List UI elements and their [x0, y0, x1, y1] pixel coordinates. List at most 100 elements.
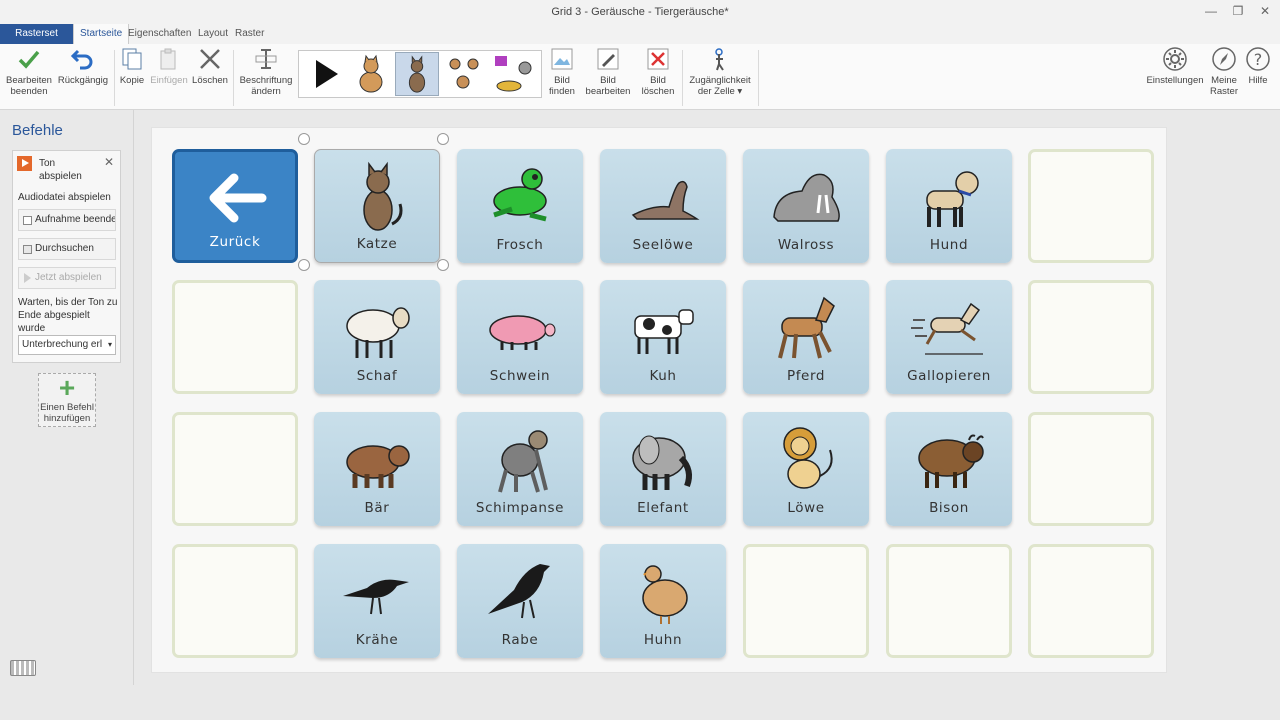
- kopie-label: Kopie: [119, 75, 145, 86]
- einstellungen-label: Einstellungen: [1146, 75, 1204, 86]
- tab-layout[interactable]: Layout: [192, 24, 234, 44]
- close-icon[interactable]: ✕: [104, 155, 114, 169]
- raven-icon: [488, 564, 550, 619]
- cell-huhn[interactable]: Huhn: [600, 544, 726, 658]
- cell-label: Kuh: [649, 368, 677, 384]
- cat-style-icon[interactable]: [349, 52, 393, 96]
- sheep-icon: [346, 307, 410, 358]
- close-window-icon[interactable]: ✕: [1253, 4, 1277, 18]
- record-checkbox-icon: [23, 216, 32, 225]
- cell-label: Schaf: [356, 368, 398, 384]
- cell-empty[interactable]: [886, 544, 1012, 658]
- cell-katze[interactable]: Katze: [314, 149, 440, 263]
- cell-label: Schwein: [489, 368, 551, 384]
- durchsuchen-button[interactable]: Durchsuchen: [18, 238, 116, 260]
- text-cursor-icon: [255, 49, 277, 69]
- einfuegen-button[interactable]: Einfügen: [148, 46, 190, 86]
- cell-rabe[interactable]: Rabe: [457, 544, 583, 658]
- hilfe-button[interactable]: ? Hilfe: [1243, 46, 1273, 86]
- jetzt-abspielen-button[interactable]: Jetzt abspielen: [18, 267, 116, 289]
- add-command-label: Einen Befehl hinzufügen: [40, 402, 94, 424]
- checkmark-icon: [18, 50, 40, 69]
- beschriftung-label: Beschriftung ändern: [239, 75, 293, 97]
- image-search-icon: [551, 48, 573, 70]
- zugaenglichkeit-button[interactable]: Zugänglichkeit der Zelle ▾: [684, 46, 756, 97]
- minimize-icon[interactable]: —: [1199, 4, 1223, 18]
- meine-raster-label: Meine Raster: [1210, 75, 1238, 97]
- resize-handle[interactable]: [298, 259, 310, 271]
- cell-empty[interactable]: [1028, 149, 1154, 263]
- crow-icon: [343, 579, 409, 615]
- cell-kuh[interactable]: Kuh: [600, 280, 726, 394]
- resize-handle[interactable]: [437, 133, 449, 145]
- cell-loewe[interactable]: Löwe: [743, 412, 869, 526]
- select-value: Unterbrechung erl: [22, 339, 103, 350]
- add-command-button[interactable]: + Einen Befehl hinzufügen: [38, 373, 96, 427]
- cell-label: Hund: [929, 237, 969, 253]
- einstellungen-button[interactable]: Einstellungen: [1143, 46, 1207, 86]
- cell-empty[interactable]: [1028, 280, 1154, 394]
- interrupt-select[interactable]: Unterbrechung erl ▾: [18, 335, 116, 355]
- cats-group-style-icon[interactable]: [443, 52, 487, 96]
- cell-empty[interactable]: [172, 412, 298, 526]
- command-card: Ton abspielen ✕ Audiodatei abspielen Auf…: [12, 150, 121, 363]
- bild-loeschen-label: Bild löschen: [641, 75, 675, 97]
- rueckgaengig-label: Rückgängig: [57, 75, 109, 86]
- kopie-button[interactable]: Kopie: [117, 46, 147, 86]
- cell-empty[interactable]: [1028, 412, 1154, 526]
- cell-elefant[interactable]: Elefant: [600, 412, 726, 526]
- resize-handle[interactable]: [437, 259, 449, 271]
- tab-rasterset[interactable]: Rasterset: [0, 24, 73, 44]
- cell-kraehe[interactable]: Krähe: [314, 544, 440, 658]
- chimpanzee-icon: [498, 430, 548, 493]
- bearbeiten-beenden-button[interactable]: Bearbeiten beenden: [4, 46, 54, 97]
- cell-empty[interactable]: [172, 280, 298, 394]
- hen-icon: [642, 565, 688, 624]
- cell-bison[interactable]: Bison: [886, 412, 1012, 526]
- cell-seeloewe[interactable]: Seelöwe: [600, 149, 726, 263]
- bild-bearbeiten-button[interactable]: Bild bearbeiten: [583, 46, 633, 97]
- cell-walross[interactable]: Walross: [743, 149, 869, 263]
- cell-baer[interactable]: Bär: [314, 412, 440, 526]
- cell-hund[interactable]: Hund: [886, 149, 1012, 263]
- resize-handle[interactable]: [298, 133, 310, 145]
- cell-label: Rabe: [501, 632, 539, 648]
- beschriftung-aendern-button[interactable]: Beschriftung ändern: [236, 46, 296, 97]
- style-gallery[interactable]: [298, 50, 542, 98]
- cell-schimpanse[interactable]: Schimpanse: [457, 412, 583, 526]
- cell-empty[interactable]: [172, 544, 298, 658]
- bearbeiten-beenden-label: Bearbeiten beenden: [6, 75, 52, 97]
- meine-raster-button[interactable]: Meine Raster: [1207, 46, 1241, 97]
- tab-raster[interactable]: Raster: [229, 24, 270, 44]
- keyboard-icon[interactable]: [10, 660, 36, 676]
- cat-food-style-icon[interactable]: [491, 52, 535, 96]
- cell-frosch[interactable]: Frosch: [457, 149, 583, 263]
- bild-loeschen-button[interactable]: Bild löschen: [637, 46, 679, 97]
- aufnahme-beenden-button[interactable]: Aufnahme beenden: [18, 209, 116, 231]
- cell-schaf[interactable]: Schaf: [314, 280, 440, 394]
- cell-gallopieren[interactable]: Gallopieren: [886, 280, 1012, 394]
- cell-schwein[interactable]: Schwein: [457, 280, 583, 394]
- commands-panel: Befehle Ton abspielen ✕ Audiodatei abspi…: [0, 110, 134, 685]
- cat-photo-style-icon[interactable]: [395, 52, 439, 96]
- restore-icon[interactable]: ❐: [1226, 4, 1250, 18]
- frog-icon: [493, 168, 547, 222]
- title-bar: Grid 3 - Geräusche - Tiergeräusche* — ❐ …: [0, 0, 1280, 26]
- cell-empty[interactable]: [1028, 544, 1154, 658]
- play-style-icon[interactable]: [303, 52, 347, 96]
- tab-eigenschaften[interactable]: Eigenschaften: [122, 24, 197, 44]
- lion-icon: [783, 427, 833, 489]
- svg-text:?: ?: [1254, 50, 1263, 69]
- cell-pferd[interactable]: Pferd: [743, 280, 869, 394]
- walrus-icon: [773, 173, 840, 222]
- loeschen-button[interactable]: Löschen: [190, 46, 230, 86]
- tab-startseite[interactable]: Startseite: [73, 24, 130, 44]
- cow-icon: [634, 309, 694, 354]
- cell-label: Frosch: [496, 237, 544, 253]
- cell-zurueck[interactable]: Zurück: [172, 149, 298, 263]
- cell-label: Walross: [777, 237, 835, 253]
- cell-empty[interactable]: [743, 544, 869, 658]
- zugaenglichkeit-label: Zugänglichkeit der Zelle ▾: [689, 75, 751, 97]
- rueckgaengig-button[interactable]: Rückgängig: [55, 46, 111, 86]
- bild-finden-button[interactable]: Bild finden: [545, 46, 579, 97]
